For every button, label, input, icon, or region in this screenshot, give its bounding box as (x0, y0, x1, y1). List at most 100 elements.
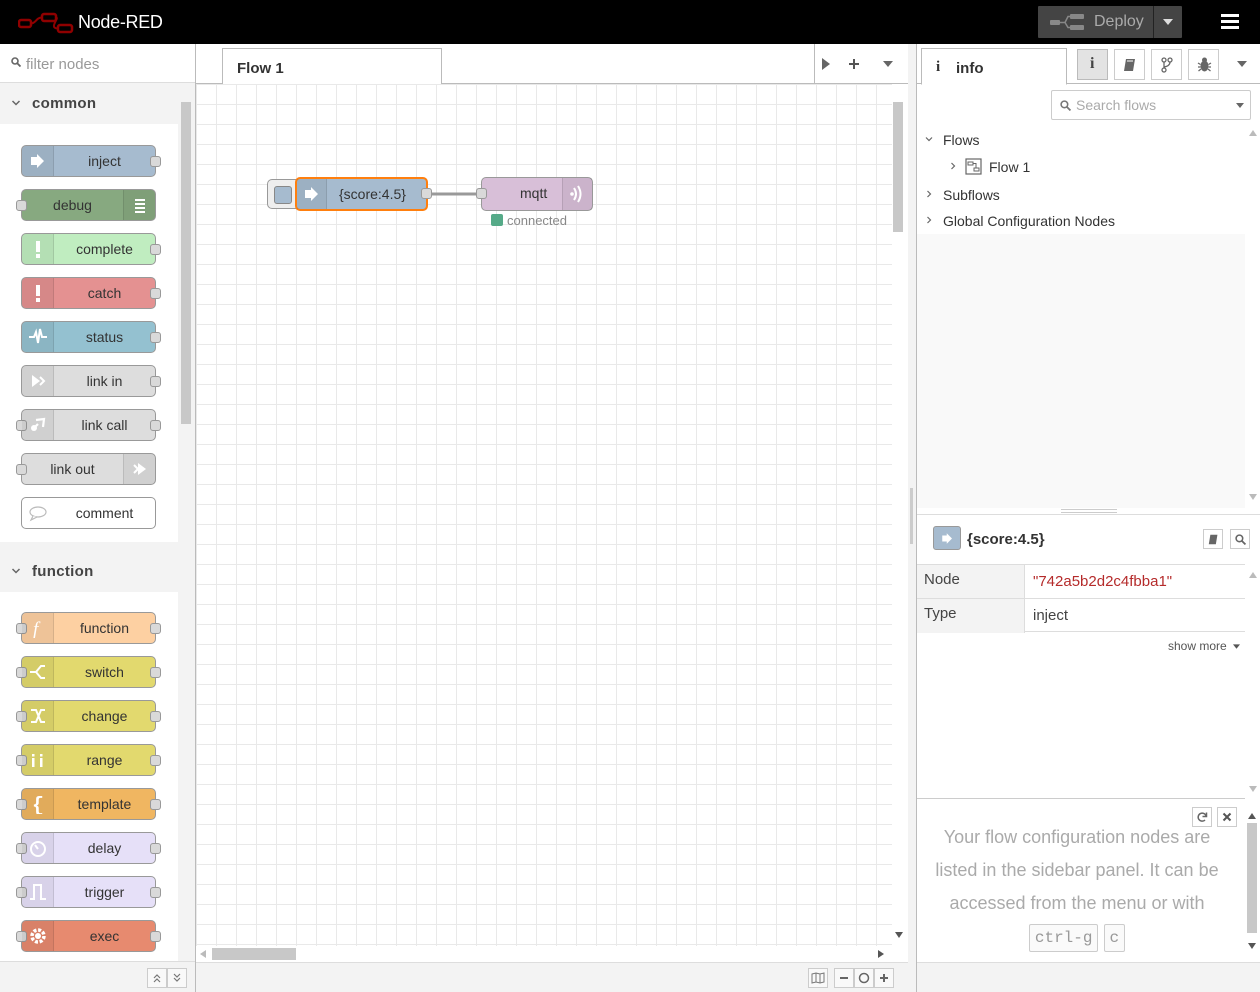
tab-flow-1[interactable]: Flow 1 (222, 48, 442, 85)
deploy-button[interactable]: Deploy (1038, 6, 1182, 38)
palette-node-link-call[interactable]: link call (16, 409, 161, 441)
output-port[interactable] (421, 188, 432, 199)
palette-node-link-out[interactable]: link out (16, 453, 156, 485)
palette-node-template[interactable]: { template (16, 788, 161, 820)
output-port[interactable] (150, 755, 161, 766)
palette-scroll-thumb[interactable] (181, 102, 191, 424)
outliner-row-flows[interactable]: Flows (917, 127, 1245, 153)
info-panel-button[interactable]: i (1077, 49, 1108, 80)
caret-down-icon[interactable] (1237, 61, 1247, 67)
scroll-down-icon[interactable] (1249, 786, 1257, 792)
flow-node-mqtt-out[interactable]: mqtt (476, 177, 593, 211)
scroll-down-icon[interactable] (1249, 494, 1257, 500)
change-icon (22, 701, 54, 731)
palette-node-label: link in (86, 373, 123, 389)
output-port[interactable] (150, 667, 161, 678)
palette-node-range[interactable]: range (16, 744, 161, 776)
zoom-out-button[interactable] (834, 968, 854, 988)
sidebar-footer (917, 962, 1260, 992)
palette-node-link-in[interactable]: link in (21, 365, 161, 397)
palette-node-exec[interactable]: exec (16, 920, 161, 952)
tip-scrollbar[interactable] (1247, 807, 1257, 959)
sidebar-separator[interactable] (908, 44, 916, 992)
output-port[interactable] (150, 376, 161, 387)
scroll-left-icon[interactable] (200, 950, 206, 958)
palette-node-function[interactable]: f function (16, 612, 161, 644)
palette-node-label: range (86, 752, 123, 768)
play-icon[interactable] (821, 57, 831, 71)
zoom-in-button[interactable] (874, 968, 894, 988)
add-tab-icon[interactable] (848, 58, 860, 70)
scroll-up-icon[interactable] (1249, 572, 1257, 578)
changes-panel-button[interactable] (1151, 49, 1182, 80)
output-port[interactable] (150, 887, 161, 898)
palette-node-change[interactable]: change (16, 700, 161, 732)
palette-node-status[interactable]: status (21, 321, 161, 353)
palette-node-label: inject (88, 153, 121, 169)
output-port[interactable] (150, 156, 161, 167)
outliner-row-flow-1[interactable]: Flow 1 (917, 154, 1245, 180)
search-flows-field[interactable] (1051, 90, 1251, 120)
palette-filter (0, 44, 195, 83)
panel-resize-handle[interactable] (1061, 509, 1117, 513)
output-port[interactable] (150, 288, 161, 299)
output-port[interactable] (150, 799, 161, 810)
scroll-up-icon[interactable] (1248, 813, 1256, 819)
output-port[interactable] (150, 931, 161, 942)
filter-nodes-input[interactable] (26, 54, 186, 74)
flow-canvas[interactable]: {score:4.5} mqtt connected (196, 84, 892, 950)
input-port[interactable] (476, 188, 487, 199)
palette-node-trigger[interactable]: trigger (16, 876, 161, 908)
inject-trigger-button[interactable] (267, 179, 297, 209)
outliner-row-global-config[interactable]: Global Configuration Nodes (917, 208, 1245, 234)
palette-node-delay[interactable]: delay (16, 832, 161, 864)
category-common-header[interactable]: common (0, 84, 178, 124)
palette-node-label: function (79, 620, 130, 636)
output-port[interactable] (150, 244, 161, 255)
debug-panel-button[interactable] (1188, 49, 1219, 80)
help-panel-button[interactable] (1114, 49, 1145, 80)
show-more-link[interactable]: show more (1168, 639, 1241, 653)
caret-down-icon[interactable] (883, 61, 893, 67)
scroll-down-icon[interactable] (895, 932, 903, 938)
scroll-down-icon[interactable] (1248, 943, 1256, 949)
zoom-reset-button[interactable] (854, 968, 874, 988)
output-port[interactable] (150, 332, 161, 343)
reveal-node-button[interactable] (1230, 529, 1250, 549)
category-function-header[interactable]: function (0, 552, 178, 592)
chevron-down-icon (11, 568, 21, 574)
palette-node-debug[interactable]: debug (16, 189, 156, 221)
canvas-vertical-scroll-thumb[interactable] (893, 102, 903, 232)
palette-node-comment[interactable]: comment (21, 497, 156, 529)
tab-info[interactable]: i info (921, 48, 1067, 85)
scroll-right-icon[interactable] (878, 950, 884, 958)
caret-down-icon[interactable] (1236, 103, 1244, 108)
output-port[interactable] (150, 843, 161, 854)
expand-all-button[interactable] (167, 968, 187, 988)
collapse-all-button[interactable] (147, 968, 167, 988)
canvas-horizontal-scroll-thumb[interactable] (212, 948, 296, 960)
canvas-horizontal-scrollbar[interactable] (196, 946, 892, 962)
palette-node-inject[interactable]: inject (21, 145, 161, 177)
palette-node-switch[interactable]: switch (16, 656, 161, 688)
main-menu-button[interactable] (1212, 8, 1248, 36)
outliner-row-subflows[interactable]: Subflows (917, 182, 1245, 208)
palette-node-catch[interactable]: catch (21, 277, 161, 309)
scroll-up-icon[interactable] (1249, 130, 1257, 136)
output-port[interactable] (150, 711, 161, 722)
search-flows-input[interactable] (1076, 97, 1226, 113)
outliner-label: Flows (943, 132, 980, 148)
node-help-button[interactable] (1203, 529, 1223, 549)
app-header: Node-RED Deploy (0, 0, 1260, 44)
navigator-button[interactable] (808, 968, 828, 988)
workspace: Flow 1 {score:4.5} mqtt connected (196, 44, 908, 992)
bug-icon (1197, 57, 1212, 72)
palette-node-complete[interactable]: complete (21, 233, 161, 265)
trigger-icon (22, 877, 54, 907)
output-port[interactable] (150, 420, 161, 431)
deploy-caret-icon[interactable] (1163, 19, 1173, 25)
category-common-body: inject debug complete catch status link … (0, 124, 178, 542)
info-value[interactable]: "742a5b2d2c4fbba1" (1033, 573, 1172, 590)
flow-node-inject[interactable]: {score:4.5} (295, 177, 432, 211)
output-port[interactable] (150, 623, 161, 634)
